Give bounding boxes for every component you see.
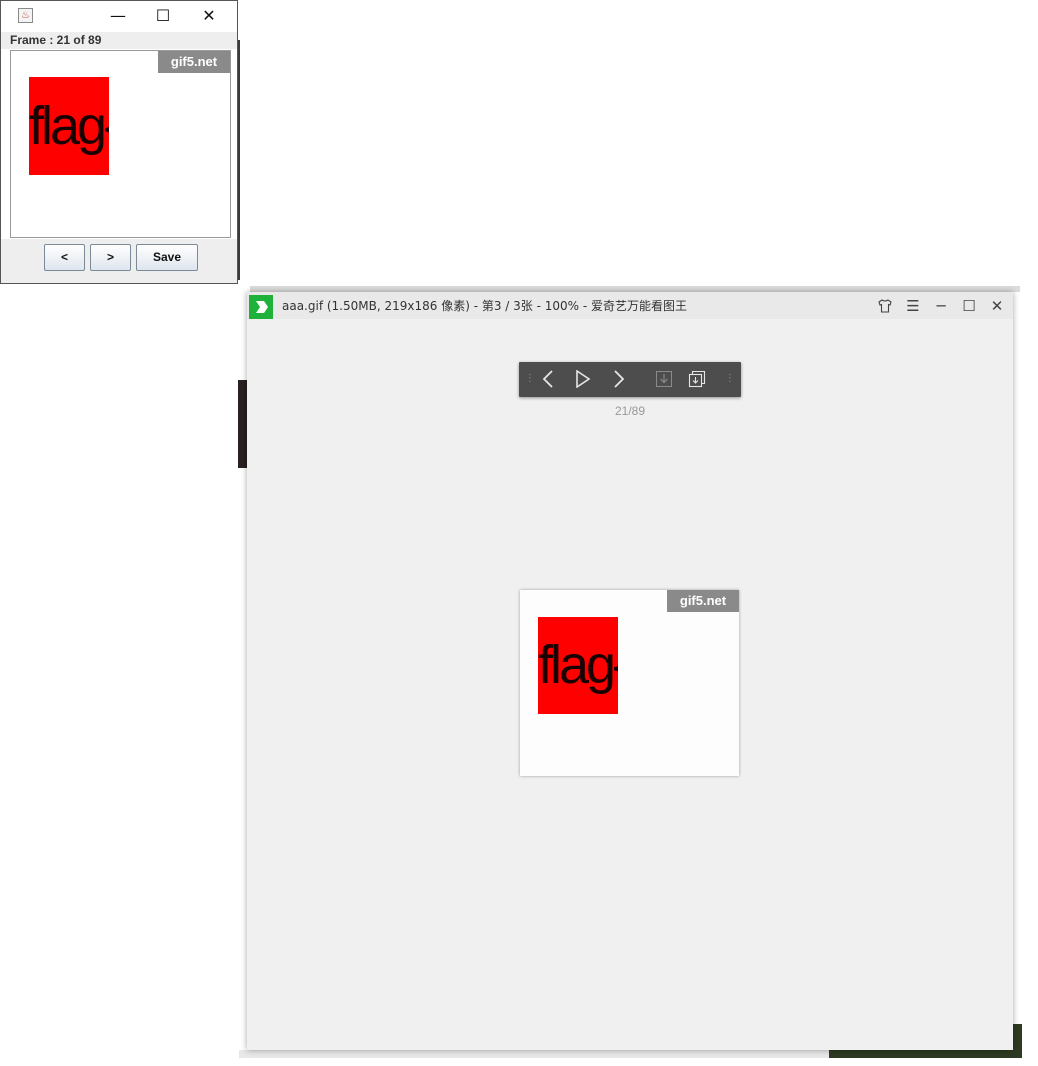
button-bar: < > Save <box>1 239 237 283</box>
frame-counter-label: Frame : 21 of 89 <box>1 32 237 49</box>
export-all-icon[interactable] <box>685 365 711 393</box>
app-logo-icon <box>249 295 273 319</box>
frame-image-view: gif5.net flag{ <box>10 50 231 238</box>
java-cup-icon: ♨ <box>18 8 33 23</box>
shirt-icon[interactable] <box>874 295 896 317</box>
chevron-right-icon[interactable] <box>606 365 632 393</box>
playback-toolbar: ⋮ ⋮ <box>519 362 741 397</box>
minimize-button[interactable]: — <box>103 5 133 27</box>
drag-handle-icon[interactable]: ⋮ <box>725 365 735 393</box>
background-strip <box>828 1050 1022 1058</box>
title-bar: ♨ — ☐ ✕ <box>1 1 237 31</box>
menu-icon[interactable]: ☰ <box>902 295 924 317</box>
export-frame-icon[interactable] <box>651 365 677 393</box>
frame-counter: 21/89 <box>614 404 646 418</box>
save-button[interactable]: Save <box>136 244 198 271</box>
close-button[interactable]: ✕ <box>194 5 224 27</box>
maximize-button[interactable]: ☐ <box>148 5 178 27</box>
background-strip <box>239 1050 829 1058</box>
watermark-badge: gif5.net <box>667 590 739 612</box>
maximize-icon[interactable]: ☐ <box>958 295 980 317</box>
drag-handle-icon[interactable]: ⋮ <box>525 365 535 393</box>
viewer-title-bar: aaa.gif (1.50MB, 219x186 像素) - 第3 / 3张 -… <box>247 292 1013 319</box>
next-frame-button[interactable]: > <box>90 244 131 271</box>
chevron-left-icon[interactable] <box>535 365 561 393</box>
red-flag-box: flag{ <box>538 617 618 714</box>
window-title: aaa.gif (1.50MB, 219x186 像素) - 第3 / 3张 -… <box>282 299 688 313</box>
image-viewer-window: aaa.gif (1.50MB, 219x186 像素) - 第3 / 3张 -… <box>247 292 1013 1050</box>
gif-preview: gif5.net flag{ <box>520 590 739 776</box>
close-icon[interactable]: ✕ <box>986 295 1008 317</box>
minimize-icon[interactable]: ─ <box>930 295 952 317</box>
watermark-badge: gif5.net <box>158 51 230 73</box>
flag-text: flag{ <box>538 635 618 695</box>
frame-viewer-window: ♨ — ☐ ✕ Frame : 21 of 89 gif5.net flag{ … <box>0 0 238 284</box>
play-icon[interactable] <box>570 365 596 393</box>
prev-frame-button[interactable]: < <box>44 244 85 271</box>
red-flag-box: flag{ <box>29 77 109 175</box>
flag-text: flag{ <box>29 96 109 156</box>
